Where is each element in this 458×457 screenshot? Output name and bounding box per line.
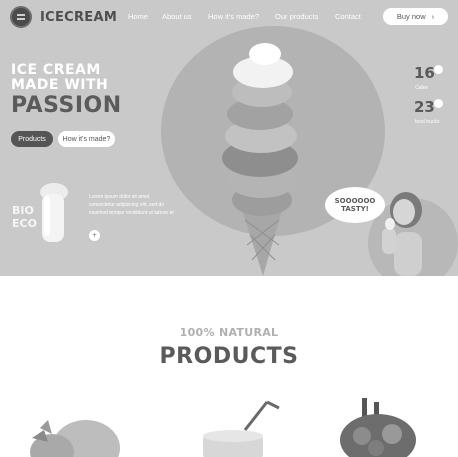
- hero-description: Lorem ipsum dolor sit amet, consectetur …: [89, 194, 174, 216]
- bio-line: BIO: [12, 204, 34, 217]
- nav-contact[interactable]: Contact: [335, 12, 361, 21]
- stat-food-trucks-label: food trucks: [415, 119, 440, 125]
- buy-now-button[interactable]: Buy now ›: [383, 8, 448, 25]
- how-its-made-button[interactable]: How it's made?: [58, 131, 115, 147]
- ice-cream-logo-icon: [10, 6, 32, 28]
- bubble-line-1: SOOOOOO: [334, 197, 376, 205]
- hero-section: ICECREAM Home About us How it's made? Ou…: [0, 0, 458, 276]
- nav-our-products[interactable]: Our products: [275, 12, 318, 21]
- products-kicker: 100% NATURAL: [179, 326, 279, 339]
- product-smoothie-glass-image: [203, 400, 280, 457]
- products-title: PRODUCTS: [159, 344, 299, 369]
- brand-name: ICECREAM: [40, 9, 118, 25]
- eco-line: ECO: [12, 217, 37, 230]
- hero-headline-big: PASSION: [11, 93, 122, 118]
- nav-how-its-made[interactable]: How it's made?: [208, 12, 259, 21]
- product-chocolate-sundae-image: [340, 398, 416, 457]
- tasty-speech-bubble: SOOOOOO TASTY!: [325, 187, 385, 223]
- bubble-line-2: TASTY!: [341, 205, 369, 213]
- logo[interactable]: ICECREAM: [10, 6, 117, 28]
- ice-cream-cone-image: [222, 43, 298, 276]
- hero-headline: ICE CREAM MADE WITH: [11, 63, 108, 93]
- bio-eco-text: BIO ECO: [12, 204, 37, 230]
- nav-home[interactable]: Home: [128, 12, 148, 21]
- buy-now-label: Buy now: [396, 12, 426, 21]
- headline-line-2: MADE WITH: [11, 77, 109, 93]
- headline-line-1: ICE CREAM: [11, 62, 101, 78]
- products-button[interactable]: Products: [11, 131, 53, 147]
- chevron-right-icon: ›: [431, 12, 435, 21]
- stat-cafes-dot: [434, 65, 443, 74]
- nav-about-us[interactable]: About us: [162, 12, 192, 21]
- plus-icon[interactable]: +: [89, 230, 100, 241]
- stat-cafes-value: 16: [414, 64, 435, 82]
- stat-cafes-label: Cafes: [415, 85, 429, 91]
- product-ice-cream-scoops-image: [30, 420, 120, 457]
- woman-eating-ice-cream-image: [382, 192, 422, 276]
- stat-food-trucks-dot: [434, 99, 443, 108]
- milk-bottle-image: [40, 183, 68, 242]
- stat-food-trucks-value: 23: [414, 98, 435, 116]
